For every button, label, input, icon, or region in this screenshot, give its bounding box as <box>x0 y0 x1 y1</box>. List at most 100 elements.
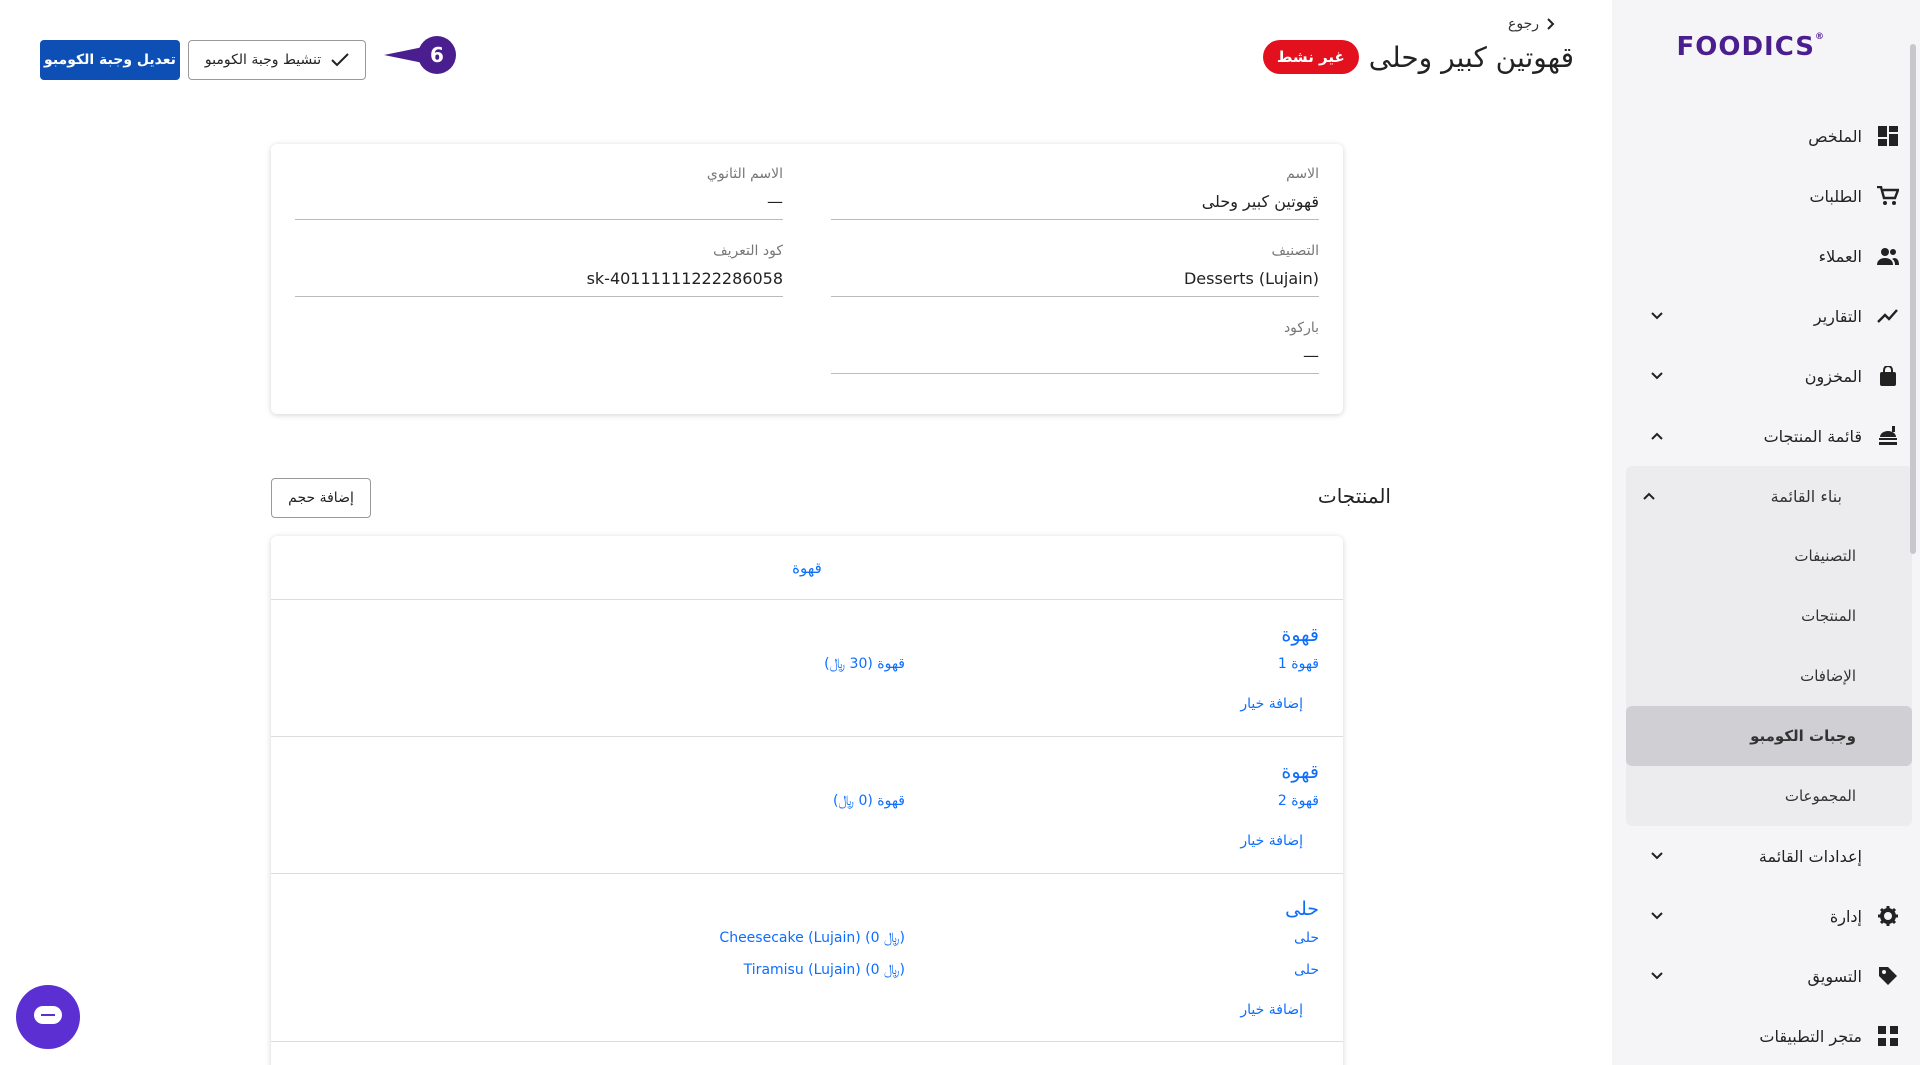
back-link[interactable]: رجوع <box>1508 16 1555 32</box>
products-section-title: المنتجات <box>1317 484 1391 508</box>
chevron-up-icon[interactable] <box>1650 429 1664 443</box>
field-label: الاسم الثانوي <box>706 166 783 182</box>
sidebar-item-menu-build[interactable]: بناء القائمة <box>1626 466 1912 526</box>
sidebar-item-dashboard[interactable]: الملخص <box>1626 106 1920 166</box>
chat-support-button[interactable] <box>16 985 80 1049</box>
page-title: قهوتين كبير وحلى <box>1368 40 1574 74</box>
group-name[interactable]: قهوة <box>1281 624 1319 646</box>
category-field: التصنيف Desserts (Lujain) <box>831 243 1319 297</box>
chat-icon <box>34 1006 62 1024</box>
sidebar-item-products[interactable]: المنتجات <box>1626 586 1912 646</box>
edit-combo-button[interactable]: تعديل وجبة الكومبو <box>40 40 180 80</box>
group-row-label: حلى <box>1294 930 1319 946</box>
cart-icon <box>1876 184 1900 208</box>
sidebar-item-marketing[interactable]: التسويق <box>1626 946 1920 1006</box>
sidebar-item-label: قائمة المنتجات <box>1763 426 1862 446</box>
submenu-head-label: بناء القائمة <box>1770 486 1842 506</box>
sidebar-item-customers[interactable]: العملاء <box>1626 226 1920 286</box>
field-value: Desserts (Lujain) <box>1183 269 1319 288</box>
menu-build-submenu: بناء القائمة التصنيفات المنتجات الإضافات… <box>1626 466 1912 826</box>
size-tabs: قهوة <box>271 536 1343 600</box>
check-icon <box>331 53 349 67</box>
submenu-label: التصنيفات <box>1794 547 1856 565</box>
gear-icon <box>1876 904 1900 928</box>
sidebar-item-label: إدارة <box>1829 906 1862 926</box>
group-row-label: قهوة 1 <box>1277 656 1319 672</box>
sidebar-scrollbar[interactable] <box>1910 44 1916 554</box>
chevron-down-icon[interactable] <box>1650 969 1664 983</box>
sidebar-item-app-store[interactable]: متجر التطبيقات <box>1626 1006 1920 1065</box>
add-option-link[interactable]: إضافة خيار <box>1240 833 1303 849</box>
sidebar-item-orders[interactable]: الطلبات <box>1626 166 1920 226</box>
step-marker: 6 <box>384 36 456 74</box>
group-option-item[interactable]: Tiramisu (Lujain) (﷼ 0) <box>744 962 905 978</box>
sidebar-item-groups[interactable]: المجموعات <box>1626 766 1912 826</box>
chevron-down-icon[interactable] <box>1650 909 1664 923</box>
sidebar-item-label: المخزون <box>1804 366 1862 386</box>
sidebar-item-label: التقارير <box>1813 306 1862 326</box>
combo-group: حلى حلى Cheesecake (Lujain) (﷼ 0) حلى Ti… <box>271 874 1343 1042</box>
combo-group: قهوة قهوة 2 قهوة (0 ﷼) إضافة خيار <box>271 737 1343 874</box>
chevron-right-icon <box>1547 18 1555 30</box>
sidebar-item-menu-settings[interactable]: إعدادات القائمة <box>1626 826 1920 886</box>
status-badge: غير نشط <box>1262 40 1359 74</box>
submenu-label: وجبات الكومبو <box>1750 727 1856 745</box>
field-label: كود التعريف <box>713 243 783 259</box>
name-field: الاسم قهوتين كبير وحلى <box>831 166 1319 220</box>
group-name[interactable]: حلى <box>1285 898 1319 920</box>
users-icon <box>1876 244 1900 268</box>
sidebar-item-inventory[interactable]: المخزون <box>1626 346 1920 406</box>
chevron-down-icon[interactable] <box>1650 309 1664 323</box>
chevron-down-icon[interactable] <box>1650 369 1664 383</box>
submenu-label: المجموعات <box>1784 787 1856 805</box>
sidebar-item-categories[interactable]: التصنيفات <box>1626 526 1912 586</box>
dashboard-icon <box>1876 124 1900 148</box>
add-option-link[interactable]: إضافة خيار <box>1240 696 1303 712</box>
sidebar-item-label: التسويق <box>1807 966 1862 986</box>
barcode-field: باركود — <box>831 320 1319 374</box>
activate-label: تنشيط وجبة الكومبو <box>204 52 322 68</box>
add-size-button[interactable]: إضافة حجم <box>271 478 371 518</box>
secondary-name-field: الاسم الثانوي — <box>295 166 783 220</box>
chevron-down-icon[interactable] <box>1650 849 1664 863</box>
tab-coffee[interactable]: قهوة <box>792 559 822 577</box>
sku-field: كود التعريف sk-40111111222286058 <box>295 243 783 297</box>
products-card: قهوة قهوة قهوة 1 قهوة (30 ﷼) إضافة خيار … <box>271 536 1343 1065</box>
group-option-item[interactable]: Cheesecake (Lujain) (﷼ 0) <box>719 930 905 946</box>
field-value: sk-40111111222286058 <box>586 269 783 288</box>
page-header: قهوتين كبير وحلى غير نشط <box>1262 40 1574 74</box>
field-label: باركود <box>1283 320 1319 336</box>
group-row-label: قهوة 2 <box>1277 793 1319 809</box>
group-option-item[interactable]: قهوة (30 ﷼) <box>824 656 905 672</box>
group-option-item[interactable]: قهوة (0 ﷼) <box>833 793 905 809</box>
bag-icon <box>1876 364 1900 388</box>
sidebar-item-label: إعدادات القائمة <box>1758 846 1862 866</box>
trend-icon <box>1876 304 1900 328</box>
combo-group: قهوة قهوة 1 قهوة (30 ﷼) إضافة خيار <box>271 600 1343 737</box>
add-option-link[interactable]: إضافة خيار <box>1240 1002 1303 1018</box>
sidebar-item-label: العملاء <box>1818 246 1862 266</box>
sidebar-item-label: الملخص <box>1808 126 1862 146</box>
sidebar-item-management[interactable]: إدارة <box>1626 886 1920 946</box>
activate-combo-button[interactable]: تنشيط وجبة الكومبو <box>188 40 366 80</box>
sidebar-item-combos[interactable]: وجبات الكومبو <box>1626 706 1912 766</box>
tag-icon <box>1876 964 1900 988</box>
sidebar: FOODICS® الملخص الطلبات العملاء التقارير <box>1612 0 1920 1065</box>
sidebar-item-menu[interactable]: قائمة المنتجات <box>1626 406 1920 466</box>
field-label: الاسم <box>1286 166 1319 182</box>
apps-icon <box>1876 1024 1900 1048</box>
chevron-up-icon[interactable] <box>1642 489 1656 503</box>
food-icon <box>1876 424 1900 448</box>
sidebar-item-reports[interactable]: التقارير <box>1626 286 1920 346</box>
group-name[interactable]: قهوة <box>1281 761 1319 783</box>
sidebar-item-modifiers[interactable]: الإضافات <box>1626 646 1912 706</box>
back-label: رجوع <box>1507 16 1539 32</box>
field-value: — <box>767 192 783 211</box>
group-row-label: حلى <box>1294 962 1319 978</box>
submenu-label: المنتجات <box>1801 607 1856 625</box>
submenu-label: الإضافات <box>1800 667 1856 685</box>
foodics-logo[interactable]: FOODICS® <box>1676 32 1825 62</box>
sidebar-nav: الملخص الطلبات العملاء التقارير المخزون … <box>1626 106 1920 1065</box>
sidebar-item-label: الطلبات <box>1809 186 1862 206</box>
sidebar-item-label: متجر التطبيقات <box>1759 1026 1862 1046</box>
